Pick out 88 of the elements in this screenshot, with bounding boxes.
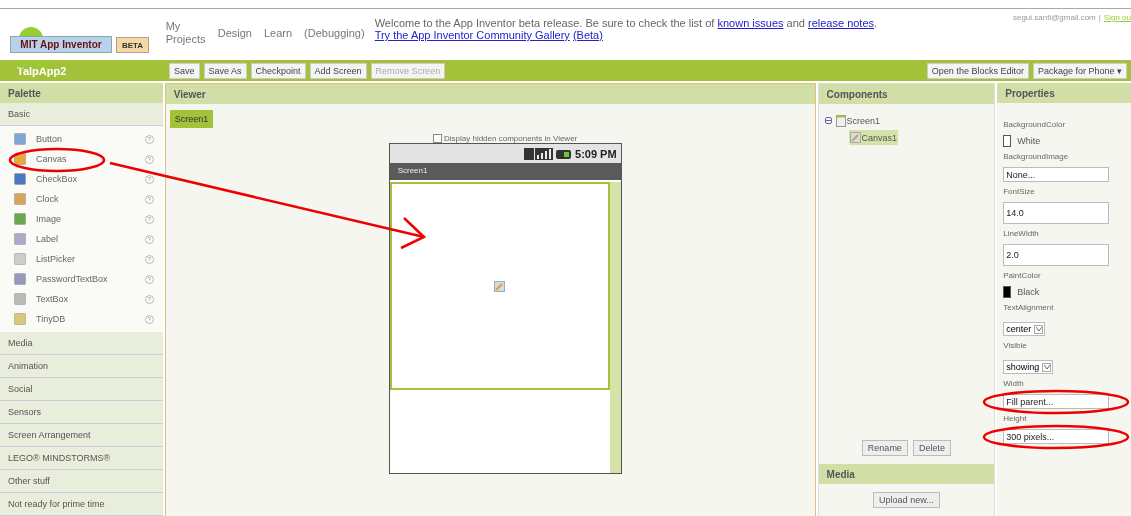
color-value: White — [1017, 136, 1041, 146]
item-label: Label — [36, 234, 59, 244]
toolbar-button[interactable]: Package for Phone ▾ — [1032, 62, 1127, 79]
component-icon — [14, 293, 26, 305]
palette-section[interactable]: Animation — [0, 355, 163, 378]
component-icon — [14, 313, 26, 325]
component-button[interactable]: Delete — [912, 440, 951, 456]
property-dropdown[interactable]: center — [1003, 322, 1046, 336]
checkbox-label: Display hidden components in Viewer — [444, 134, 578, 143]
panel-header: Viewer — [165, 84, 815, 104]
component-icon — [14, 213, 26, 225]
palette-section[interactable]: Sensors — [0, 401, 163, 424]
palette-section[interactable]: Screen Arrangement — [0, 424, 163, 447]
screen-tab[interactable]: Screen1 — [169, 110, 214, 128]
project-name: TalpApp2 — [17, 64, 68, 77]
collapse-toggle[interactable] — [824, 117, 832, 124]
property-label: Width — [1003, 379, 1025, 388]
nav-link[interactable]: My Projects — [165, 20, 206, 46]
panel-header: Properties — [997, 83, 1131, 103]
toolbar-button[interactable]: Save — [169, 62, 200, 79]
upload-button[interactable]: Upload new... — [873, 492, 940, 508]
item-label: ListPicker — [36, 254, 75, 264]
component-icon — [14, 273, 26, 285]
item-label: Canvas — [36, 154, 67, 164]
toolbar-button[interactable]: Add Screen — [309, 62, 367, 79]
beta-badge: BETA — [116, 37, 149, 53]
component-icon — [14, 253, 26, 265]
palette-section[interactable]: Social — [0, 378, 163, 401]
toolbar-button[interactable]: Checkpoint — [250, 62, 306, 79]
palette-section[interactable]: LEGO® MINDSTORMS® — [0, 447, 163, 470]
property-label: BackgroundImage — [1003, 152, 1070, 161]
property-label: TextAlignment — [1003, 303, 1055, 312]
item-label: CheckBox — [36, 174, 78, 184]
user-email: segui.santi@gmail.com — [1012, 13, 1096, 22]
component-icon — [14, 173, 26, 185]
gallery-link[interactable]: (Beta) — [572, 29, 603, 41]
logo-text: MIT App Inventor — [10, 36, 112, 53]
item-label: Image — [36, 214, 61, 224]
canvas-component[interactable] — [389, 182, 610, 390]
property-label: Visible — [1003, 341, 1028, 350]
property-label: BackgroundColor — [1003, 120, 1067, 129]
item-label: Button — [36, 134, 63, 144]
property-field[interactable]: None... — [1003, 167, 1110, 182]
palette-section[interactable]: Other stuff — [0, 470, 163, 493]
screen-title: Screen1 — [389, 163, 621, 180]
separator: | — [1098, 13, 1101, 22]
panel-header: Components — [818, 84, 995, 104]
clock-time: 5:09 PM — [575, 147, 617, 160]
component-icon — [14, 133, 26, 145]
property-field[interactable]: 14.0 — [1003, 202, 1110, 224]
gallery-link[interactable]: Try the App Inventor Community Gallery — [374, 29, 570, 41]
tree-item[interactable]: Canvas1 — [848, 130, 899, 145]
component-icon — [14, 153, 26, 165]
item-label: PasswordTextBox — [36, 274, 108, 284]
screen-icon — [835, 114, 846, 127]
checkbox[interactable] — [433, 134, 442, 143]
caret-icon — [1043, 365, 1050, 369]
property-field[interactable]: Fill parent... — [1003, 394, 1110, 409]
property-label: FontSize — [1003, 187, 1036, 196]
palette-section[interactable]: Not ready for prime time — [0, 493, 163, 516]
property-field[interactable]: 300 pixels... — [1003, 429, 1110, 444]
nav-link[interactable]: (Debugging) — [304, 26, 365, 40]
component-button[interactable]: Rename — [861, 440, 908, 456]
palette-section[interactable]: Basic — [0, 103, 163, 126]
known-issues-link[interactable]: known issues — [717, 17, 784, 29]
nav-link[interactable]: Learn — [263, 26, 293, 40]
property-label: Height — [1003, 414, 1028, 423]
item-label: TextBox — [36, 294, 68, 304]
item-label: TinyDB — [36, 314, 66, 324]
panel-header: Media — [818, 464, 995, 484]
caret-icon — [1035, 327, 1042, 331]
property-label: PaintColor — [1003, 271, 1042, 280]
component-icon — [14, 233, 26, 245]
panel-header: Palette — [0, 83, 163, 103]
canvas-icon — [849, 132, 861, 143]
tree-item[interactable]: Screen1 — [834, 112, 882, 129]
toolbar-button[interactable]: Open the Blocks Editor — [926, 62, 1029, 79]
toolbar-button[interactable]: Save As — [203, 62, 247, 79]
item-label: Clock — [36, 194, 59, 204]
component-icon — [14, 193, 26, 205]
property-dropdown[interactable]: showing — [1003, 360, 1054, 374]
property-field[interactable]: 2.0 — [1003, 244, 1110, 266]
palette-section[interactable]: Media — [0, 332, 163, 355]
color-value: Black — [1017, 287, 1040, 297]
property-label: LineWidth — [1003, 229, 1040, 238]
canvas-icon — [494, 280, 506, 292]
nav-link[interactable]: Design — [217, 26, 252, 40]
welcome-message: Welcome to the App Inventor beta release. Be sure to check the list of known issues and release notes. Try the App Inventor Community Gallery (Beta) — [374, 17, 879, 41]
